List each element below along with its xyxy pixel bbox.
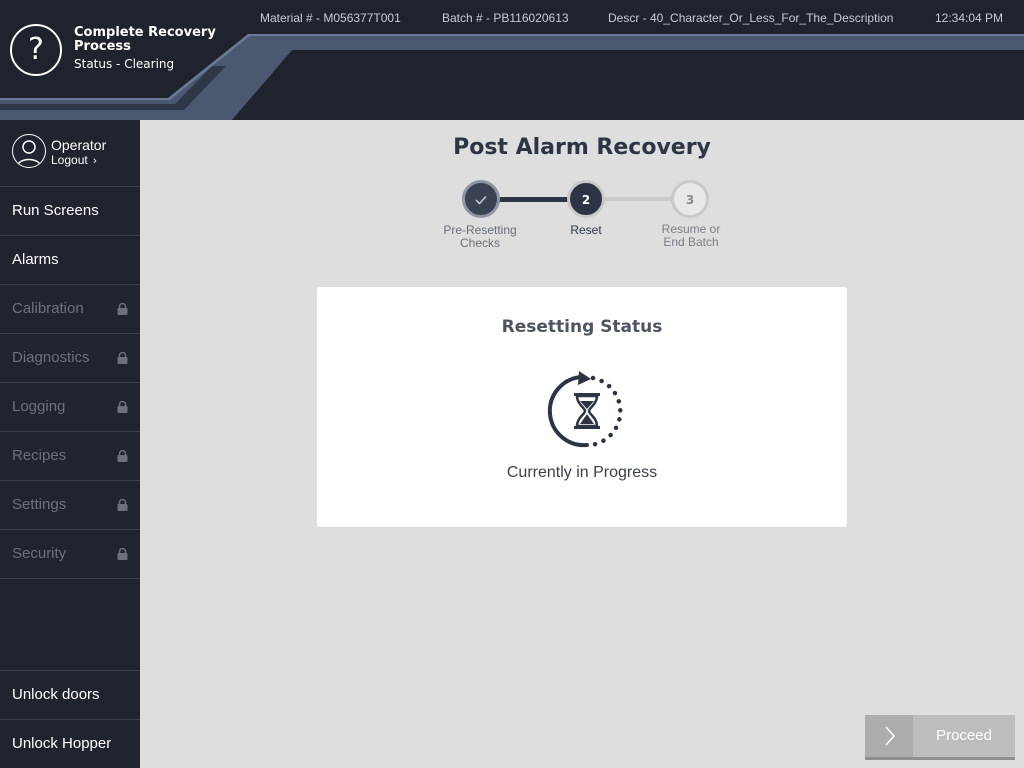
process-title: Complete Recovery Process [74, 25, 216, 54]
chevron-right-icon [865, 715, 913, 757]
batch-number: Batch # - PB116020613 [442, 11, 569, 25]
lock-icon [117, 303, 128, 315]
step-3-label-line2: End Batch [663, 235, 719, 249]
chevron-right-icon: › [93, 155, 97, 167]
sidebar-item-run-screens[interactable]: Run Screens [0, 187, 140, 236]
sidebar-item-label: Settings [12, 496, 67, 513]
help-icon[interactable]: ? [10, 24, 62, 76]
material-number: Material # - M056377T001 [260, 11, 401, 25]
user-panel: Operator Logout › [0, 120, 140, 187]
sidebar-item-calibration: Calibration [0, 285, 140, 334]
user-avatar-icon [12, 134, 46, 168]
logout-label: Logout [51, 153, 88, 167]
sidebar-item-label: Calibration [12, 300, 84, 317]
step-3-label: Resume or End Batch [631, 223, 751, 249]
sidebar-bottom-actions: Unlock doors Unlock Hopper [0, 670, 140, 768]
sidebar-item-label: Diagnostics [12, 349, 90, 366]
step-2-label: Reset [526, 224, 646, 237]
sidebar: Operator Logout › Run Screens Alarms Cal… [0, 120, 140, 768]
sidebar-item-security: Security [0, 530, 140, 579]
lock-icon [117, 352, 128, 364]
step-3-number: 3 [685, 193, 695, 207]
step-1-label: Pre-Resetting Checks [420, 224, 540, 250]
step-2-label-line1: Reset [570, 223, 602, 237]
clock: 12:34:04 PM [935, 11, 1004, 25]
step-2-number: 2 [581, 193, 591, 207]
card-title: Resetting Status [501, 317, 663, 337]
page-title: Post Alarm Recovery [453, 135, 711, 160]
step-1-label-line2: Checks [459, 236, 500, 250]
unlock-hopper-button[interactable]: Unlock Hopper [0, 719, 140, 768]
lock-icon [117, 499, 128, 511]
checkmark-icon [475, 195, 487, 205]
app-header: ? Complete Recovery Process Status - Cle… [0, 0, 1024, 120]
card-status-text: Currently in Progress [506, 464, 658, 481]
lock-icon [117, 548, 128, 560]
resetting-status-card: Resetting Status Currently in Progress [317, 287, 847, 527]
unlock-doors-button[interactable]: Unlock doors [0, 670, 140, 719]
sidebar-item-label: Alarms [12, 251, 59, 268]
logout-link[interactable]: Logout › [51, 153, 97, 167]
process-status: Status - Clearing [74, 57, 175, 71]
sidebar-item-logging: Logging [0, 383, 140, 432]
step-2-circle: 2 [567, 180, 605, 218]
sidebar-item-label: Logging [12, 398, 66, 415]
sidebar-item-diagnostics: Diagnostics [0, 334, 140, 383]
proceed-button[interactable]: Proceed [865, 715, 1015, 760]
progress-stepper: 2 3 Pre-Resetting Checks Reset Resume or… [440, 180, 740, 260]
step-1-circle [462, 180, 500, 218]
hourglass-refresh-icon [547, 371, 623, 448]
sidebar-item-alarms[interactable]: Alarms [0, 236, 140, 285]
user-name: Operator [51, 137, 107, 153]
sidebar-item-label: Security [12, 545, 67, 562]
batch-description: Descr - 40_Character_Or_Less_For_The_Des… [608, 11, 894, 25]
step-3-circle: 3 [671, 180, 709, 218]
lock-icon [117, 450, 128, 462]
sidebar-item-settings: Settings [0, 481, 140, 530]
proceed-label: Proceed [936, 727, 992, 744]
unlock-doors-label: Unlock doors [12, 686, 100, 703]
unlock-hopper-label: Unlock Hopper [12, 735, 112, 752]
sidebar-item-label: Run Screens [12, 202, 99, 219]
sidebar-item-recipes: Recipes [0, 432, 140, 481]
sidebar-item-label: Recipes [12, 447, 67, 464]
lock-icon [117, 401, 128, 413]
